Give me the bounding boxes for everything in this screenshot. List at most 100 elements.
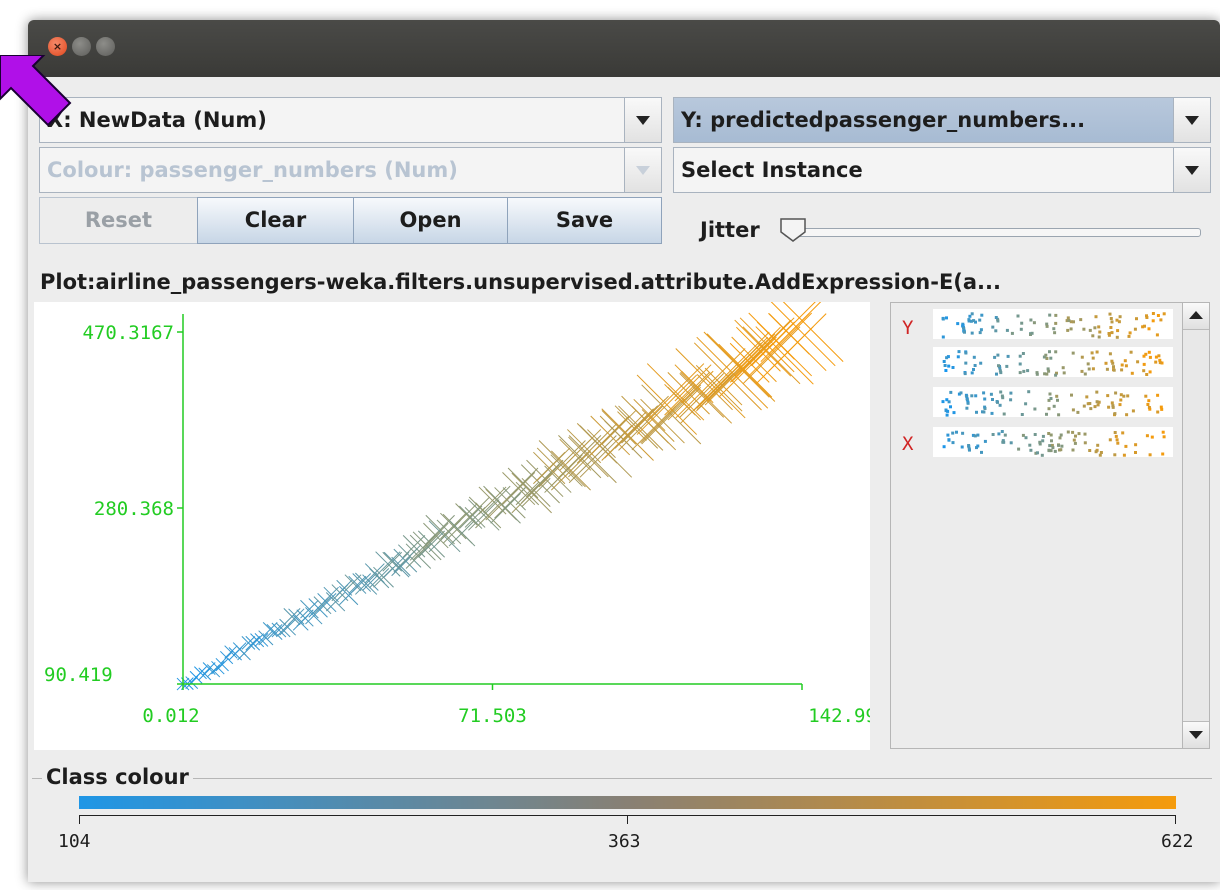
strip-point: [1114, 391, 1118, 395]
strip-point: [1048, 444, 1052, 448]
chevron-down-icon[interactable]: [1173, 148, 1210, 192]
y-axis-select[interactable]: Y: predictedpassenger_numbers...: [673, 97, 1211, 143]
strip-point: [1107, 405, 1111, 409]
strip-point: [1061, 366, 1065, 370]
strip-point: [991, 325, 995, 329]
vertical-scrollbar[interactable]: [1182, 303, 1209, 748]
strip-point: [1110, 359, 1114, 363]
strip-point: [1021, 352, 1025, 355]
strip-point: [1028, 443, 1032, 447]
strip-point: [1124, 364, 1128, 368]
strip-point: [1019, 327, 1023, 331]
x-axis-value: X: NewData (Num): [47, 108, 267, 132]
strip-point: [1005, 364, 1009, 368]
strip-point: [999, 371, 1003, 375]
strip-point: [967, 319, 971, 323]
strip-point: [1091, 367, 1095, 371]
strip-point: [1108, 438, 1112, 442]
strip-point: [949, 405, 952, 409]
maximize-window-button[interactable]: [96, 37, 115, 56]
strip-point: [1082, 404, 1086, 408]
x-tick-label: 0.012: [142, 705, 199, 727]
strip-point: [1151, 312, 1155, 315]
strip-point: [1147, 399, 1151, 403]
scatter-plot[interactable]: 90.419 280.368 470.3167 0.012 71.503 142.9938: [34, 278, 900, 750]
clear-button[interactable]: Clear: [197, 197, 354, 244]
strip-point: [1048, 313, 1052, 317]
pointer-cursor: [0, 55, 72, 127]
close-window-button[interactable]: ×: [48, 37, 67, 56]
y-marker-label: Y: [902, 317, 914, 339]
strip-point: [1136, 360, 1140, 364]
strip-point: [1098, 330, 1102, 334]
title-bar: ×: [28, 20, 1220, 77]
strip-point: [1118, 403, 1122, 407]
strip-point: [966, 401, 970, 405]
strip-point: [1080, 369, 1084, 373]
scroll-up-icon[interactable]: [1183, 303, 1209, 330]
class-colour-max: 622: [1161, 831, 1194, 852]
strip-point: [999, 390, 1003, 394]
plot-title: Plot:airline_passengers-weka.filters.uns…: [40, 270, 1001, 294]
strip-point: [1160, 407, 1164, 411]
save-button[interactable]: Save: [507, 197, 662, 244]
y-tick-label: 90.419: [44, 664, 113, 686]
strip-point: [991, 398, 994, 401]
strip-point: [1151, 319, 1155, 323]
strip-point: [1142, 369, 1146, 373]
strip-point: [1044, 353, 1048, 357]
strip-point: [1043, 372, 1047, 376]
strip-point: [1027, 390, 1031, 394]
strip-point: [1054, 373, 1058, 377]
strip-point: [1041, 439, 1045, 443]
strip-point: [1057, 443, 1061, 447]
strip-point: [1080, 355, 1084, 359]
strip-point: [1047, 432, 1051, 435]
strip-point: [972, 355, 976, 359]
strip-point: [1054, 350, 1058, 354]
chevron-down-icon[interactable]: [1173, 98, 1210, 142]
x-tick-label: 142.9938: [808, 705, 870, 727]
visualize-window: × X: NewData (Num) Y: predictedpassenger…: [28, 20, 1220, 882]
strip-point: [965, 406, 969, 410]
attribute-strip[interactable]: [933, 387, 1173, 417]
strip-point: [1159, 318, 1163, 322]
attribute-strip[interactable]: [933, 347, 1173, 377]
strip-point: [979, 361, 983, 365]
strip-point: [1148, 407, 1152, 411]
strip-point: [946, 433, 950, 437]
strip-point: [1056, 398, 1059, 402]
strip-point: [1049, 356, 1053, 360]
strip-point: [1053, 331, 1057, 335]
strip-point: [1096, 443, 1100, 447]
jitter-slider[interactable]: [784, 228, 1201, 237]
strip-point: [1050, 439, 1053, 443]
chevron-down-icon[interactable]: [624, 98, 661, 142]
strip-point: [968, 448, 971, 452]
strip-point: [1003, 433, 1007, 437]
strip-point: [1006, 354, 1010, 358]
strip-point: [963, 330, 966, 334]
minimize-window-button[interactable]: [72, 37, 91, 56]
strip-point: [1002, 412, 1006, 416]
select-instance-select[interactable]: Select Instance: [673, 147, 1211, 193]
scroll-down-icon[interactable]: [1183, 721, 1209, 748]
open-button[interactable]: Open: [353, 197, 508, 244]
strip-point: [1049, 397, 1053, 400]
strip-point: [1116, 441, 1120, 445]
close-icon: ×: [52, 40, 63, 53]
x-tick-label: 71.503: [458, 705, 527, 727]
strip-point: [1041, 434, 1045, 438]
attribute-strip[interactable]: [933, 309, 1173, 339]
strip-point: [1026, 369, 1030, 373]
x-axis-select[interactable]: X: NewData (Num): [39, 97, 662, 143]
jitter-slider-thumb[interactable]: [780, 218, 806, 242]
strip-point: [991, 433, 995, 436]
attribute-strip[interactable]: [933, 427, 1173, 457]
strip-point: [1038, 442, 1042, 446]
strip-point: [1145, 316, 1149, 319]
strip-point: [1021, 433, 1025, 437]
strip-point: [942, 445, 946, 449]
strip-point: [1067, 319, 1071, 322]
strip-point: [1057, 413, 1061, 417]
